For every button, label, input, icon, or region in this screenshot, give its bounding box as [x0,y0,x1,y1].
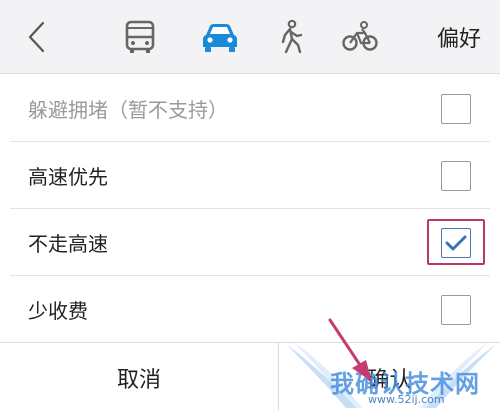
cancel-label: 取消 [116,367,161,393]
back-button[interactable] [14,0,58,74]
bus-icon [125,20,155,53]
checkbox-highway-first[interactable] [441,160,471,191]
car-icon [203,24,237,52]
cancel-button[interactable]: 取消 [0,343,278,411]
option-avoid-congestion[interactable]: 躲避拥堵（暂不支持） [0,75,500,142]
checkbox-avoid-congestion[interactable] [441,93,471,124]
route-preference-screen: 偏好 躲避拥堵（暂不支持） 高速优先 不走高速 少收费 取消 确认 我确认技术网… [0,0,500,411]
option-label: 高速优先 [28,165,108,189]
option-less-toll[interactable]: 少收费 [0,276,500,343]
preference-label: 偏好 [436,27,481,52]
mode-bus-button[interactable] [118,0,162,74]
option-label: 躲避拥堵（暂不支持） [28,98,228,122]
mode-bike-button[interactable] [338,0,382,74]
option-avoid-highway[interactable]: 不走高速 [0,209,500,276]
checkbox-less-toll[interactable] [441,294,471,325]
preference-button[interactable]: 偏好 [425,0,493,74]
pedestrian-icon [281,19,303,54]
watermark-url: www.52ij.com [368,393,445,406]
mode-car-button[interactable] [196,0,244,74]
option-label: 不走高速 [28,232,108,256]
chevron-left-icon [28,21,45,53]
option-highway-first[interactable]: 高速优先 [0,142,500,209]
annotation-highlight-box [427,219,485,265]
bicycle-icon [342,21,378,51]
mode-walk-button[interactable] [268,0,312,74]
top-bar: 偏好 [0,0,500,74]
option-label: 少收费 [28,299,88,323]
